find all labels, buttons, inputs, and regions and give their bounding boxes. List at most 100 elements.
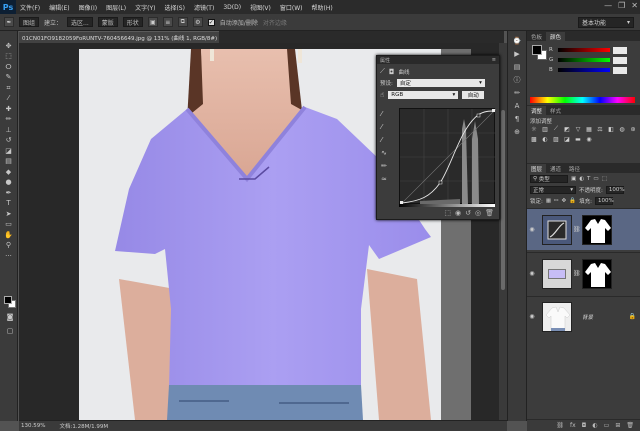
pen-tool-icon[interactable]: ✒ [4,17,14,27]
curves-adjust-icon[interactable]: ⟋ [552,125,560,133]
view-previous-icon[interactable]: ◉ [455,209,461,217]
auto-button[interactable]: 自动 [462,91,485,99]
shape-tool-icon[interactable]: ▭ [3,220,15,231]
link-icon[interactable]: ⛓ [573,270,581,277]
curve-edit-icon[interactable]: ∿ [381,149,387,157]
menu-help[interactable]: 帮助(H) [312,3,333,12]
target-adjust-icon[interactable]: ☝ [380,91,384,99]
exposure-icon[interactable]: ◩ [563,125,571,133]
zoom-tool-icon[interactable]: ⚲ [3,241,15,252]
menu-filter[interactable]: 滤镜(T) [194,3,214,12]
new-group-icon[interactable]: ▭ [604,422,610,429]
type-tool-icon[interactable]: T [3,199,15,210]
menu-select[interactable]: 选择(S) [164,3,185,12]
make-shape-button[interactable]: 形状 [122,17,143,27]
photo-filter-icon[interactable]: ◍ [618,125,626,133]
hand-tool-icon[interactable]: ✋ [3,230,15,241]
opacity-input[interactable]: 100% [605,185,625,194]
workspace-select[interactable]: 基本功能 ▾ [578,17,634,28]
green-value[interactable] [613,56,627,64]
layer-row-color-fill[interactable]: ◉ ⛓ [527,252,640,294]
visibility-icon[interactable]: ◎ [475,209,481,217]
minimize-button[interactable]: — [604,1,612,10]
restore-button[interactable]: ❐ [618,1,625,10]
link-layers-icon[interactable]: ⛓ [556,422,564,429]
menu-image[interactable]: 图像(I) [79,3,97,12]
color-spectrum[interactable] [530,97,635,103]
new-layer-icon[interactable]: ⊞ [615,422,620,429]
lock-all-icon[interactable]: 🔒 [569,198,576,204]
dodge-tool-icon[interactable]: ● [3,178,15,189]
lasso-tool-icon[interactable]: ⵔ [3,62,15,73]
red-slider[interactable] [558,48,610,52]
info-icon[interactable]: ⓘ [511,74,524,85]
path-arrangement-icon[interactable]: ⧉ [177,17,188,27]
layer-kind-filter[interactable]: ⚲ 类型 [530,174,568,183]
close-button[interactable]: ✕ [631,1,638,10]
blend-mode-select[interactable]: 正常 ▾ [530,185,576,194]
paragraph-icon[interactable]: ¶ [511,113,524,124]
tab-color[interactable]: 颜色 [546,32,566,41]
fx-icon[interactable]: fx [570,422,576,429]
layer-row-curves[interactable]: ◉ ⛓ [527,208,640,250]
layer-row-background[interactable]: ◉ 背景 🔒 [527,296,640,336]
menu-window[interactable]: 窗口(W) [280,3,303,12]
menu-file[interactable]: 文件(F) [20,3,40,12]
brush-tool-icon[interactable]: ✏ [3,115,15,126]
green-slider[interactable] [558,58,610,62]
gradient-tool-icon[interactable]: ▤ [3,157,15,168]
menu-type[interactable]: 文字(Y) [135,3,155,12]
tab-swatches[interactable]: 色板 [527,32,546,41]
filter-type-icon[interactable]: T [587,176,590,182]
blue-value[interactable] [613,66,627,74]
auto-add-delete-checkbox[interactable]: ✓ [207,18,215,26]
tab-channels[interactable]: 通道 [546,164,565,173]
document-tab[interactable]: 01CN01FO9182059FoRUNTV-760456649.jpg @ 1… [19,31,219,43]
pen-tool-icon[interactable]: ✒ [3,188,15,199]
tool-mode-select[interactable]: 图组 [19,17,40,27]
vibrance-icon[interactable]: ▽ [574,125,582,133]
lock-image-icon[interactable]: ✏ [554,198,559,204]
vertical-scrollbar-thumb[interactable] [501,110,505,290]
color-fg-swatch[interactable] [532,45,542,55]
make-selection-button[interactable]: 选区... [67,17,93,27]
properties-icon[interactable]: ▤ [511,61,524,72]
red-value[interactable] [613,46,627,54]
blue-slider[interactable] [558,68,610,72]
brightness-icon[interactable]: ☼ [530,125,538,133]
channel-mixer-icon[interactable]: ⊛ [629,125,637,133]
tab-adjustments[interactable]: 调整 [527,106,547,115]
tab-layers[interactable]: 图层 [527,164,547,173]
eraser-tool-icon[interactable]: ◪ [3,146,15,157]
curves-graph[interactable] [399,108,497,206]
tab-paths[interactable]: 路径 [565,164,584,173]
actions-icon[interactable]: ▶ [511,48,524,59]
new-adjustment-icon[interactable]: ◐ [592,422,597,429]
brush-presets-icon[interactable]: ✏ [511,87,524,98]
color-fill-layer-mask[interactable] [581,258,612,289]
eyedropper-gray-icon[interactable]: ⁄ [381,123,387,131]
eye-icon[interactable]: ◉ [527,313,537,320]
menu-view[interactable]: 视图(V) [250,3,271,12]
menu-edit[interactable]: 编辑(E) [49,3,69,12]
quick-select-tool-icon[interactable]: ✎ [3,73,15,84]
path-operations-icon[interactable]: ▣ [147,17,158,27]
color-lookup-icon[interactable]: ▩ [530,135,538,143]
gear-icon[interactable]: ⚙ [192,17,203,27]
pencil-icon[interactable]: ✏ [381,162,387,170]
history-brush-tool-icon[interactable]: ↺ [3,136,15,147]
invert-icon[interactable]: ◐ [541,135,549,143]
screen-mode-icon[interactable]: ▢ [4,326,16,337]
delete-icon[interactable]: 🗑 [485,209,494,217]
channel-select[interactable]: RGB ▾ [388,91,459,99]
link-icon[interactable]: ⛓ [573,226,581,233]
menu-3d[interactable]: 3D(D) [223,4,241,11]
eye-icon[interactable]: ◉ [527,270,537,277]
filter-smart-icon[interactable]: ⬚ [602,176,607,182]
gradient-map-icon[interactable]: ▬ [574,135,582,143]
filter-pixel-icon[interactable]: ▣ [571,176,576,182]
eyedropper-black-icon[interactable]: ⁄ [381,110,387,118]
hue-saturation-icon[interactable]: ▦ [585,125,593,133]
foreground-color-swatch[interactable] [4,296,12,304]
panel-menu-icon[interactable]: ≡ [492,57,496,63]
